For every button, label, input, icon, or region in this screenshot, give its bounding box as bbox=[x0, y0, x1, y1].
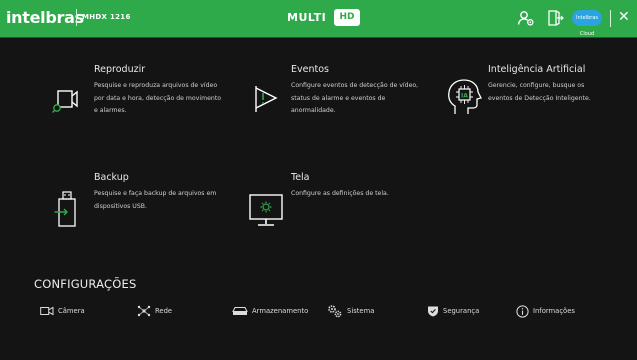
top-bar: intelbras MHDX 1216 MULTI HD Intelbras C… bbox=[0, 0, 637, 37]
module-title: Tela bbox=[291, 172, 310, 183]
module-description: Configure as definições de tela. bbox=[291, 190, 389, 197]
product-logo-badge: HD bbox=[334, 9, 360, 26]
config-item-camera[interactable]: Câmera bbox=[40, 304, 85, 318]
config-item-sistema[interactable]: Sistema bbox=[327, 304, 374, 318]
module-title: Backup bbox=[94, 172, 129, 183]
module-title: Inteligência Artificial bbox=[488, 64, 586, 75]
cloud-button[interactable]: Intelbras Cloud bbox=[572, 10, 602, 37]
svg-text:IA: IA bbox=[461, 93, 468, 100]
config-item-label: Segurança bbox=[443, 307, 480, 315]
module-description: Pesquise e faça backup de arquivos em di… bbox=[94, 190, 217, 210]
events-flag-icon bbox=[255, 86, 278, 112]
config-item-armazenamento[interactable]: Armazenamento bbox=[232, 304, 308, 318]
info-icon bbox=[516, 304, 529, 318]
playback-icon bbox=[52, 90, 78, 113]
config-item-rede[interactable]: Rede bbox=[137, 304, 172, 318]
brand-divider bbox=[76, 9, 77, 26]
shield-icon bbox=[428, 306, 438, 317]
product-logo-text: MULTI bbox=[287, 11, 327, 24]
brand-logo: intelbras bbox=[6, 8, 84, 27]
config-item-label: Câmera bbox=[58, 307, 85, 315]
config-section-title: CONFIGURAÇÕES bbox=[34, 277, 137, 291]
display-settings-icon bbox=[249, 194, 283, 226]
usb-backup-icon bbox=[54, 191, 76, 227]
module-title: Eventos bbox=[291, 64, 329, 75]
module-description: Configure eventos de detecção de vídeo, … bbox=[291, 82, 419, 114]
module-description: Gerencie, configure, busque os eventos d… bbox=[488, 82, 591, 102]
config-item-informacoes[interactable]: Informações bbox=[516, 304, 575, 318]
module-description: Pesquise e reproduza arquivos de vídeo p… bbox=[94, 82, 222, 114]
toolbar-divider bbox=[610, 10, 611, 27]
config-item-label: Sistema bbox=[347, 307, 375, 315]
user-settings-icon[interactable] bbox=[517, 9, 535, 27]
module-title: Reproduzir bbox=[94, 64, 146, 75]
config-item-label: Armazenamento bbox=[252, 307, 309, 315]
config-item-label: Informações bbox=[533, 307, 575, 315]
close-icon[interactable]: ✕ bbox=[618, 9, 630, 25]
config-item-label: Rede bbox=[155, 307, 173, 315]
config-item-seguranca[interactable]: Segurança bbox=[427, 304, 479, 318]
network-icon bbox=[137, 305, 151, 317]
camera-icon bbox=[40, 306, 54, 316]
gears-icon bbox=[328, 305, 342, 318]
storage-icon bbox=[232, 307, 248, 315]
ai-head-icon: IA bbox=[448, 79, 482, 114]
logout-icon[interactable] bbox=[546, 9, 564, 27]
device-model: MHDX 1216 bbox=[82, 13, 131, 21]
